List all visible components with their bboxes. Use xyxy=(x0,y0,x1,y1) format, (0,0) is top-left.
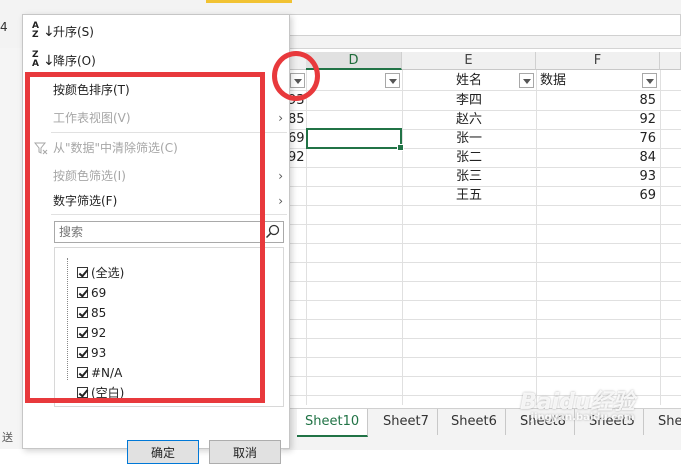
cell[interactable]: 85 xyxy=(288,110,305,130)
sheet-tab[interactable]: Sheet7 xyxy=(375,409,438,435)
search-icon[interactable] xyxy=(265,224,281,240)
grid-line xyxy=(283,224,681,225)
name-box[interactable]: 4 xyxy=(0,20,8,34)
cell-value[interactable]: 92 xyxy=(540,110,656,130)
sort-ascending-icon: A Z ↓ xyxy=(32,21,55,41)
grid-line xyxy=(283,376,681,377)
sort-descending-item[interactable]: Z A ↓ 降序(O) xyxy=(23,48,289,74)
chevron-right-icon: › xyxy=(278,111,283,125)
cell-value[interactable]: 85 xyxy=(540,91,656,111)
grid-line xyxy=(283,338,681,339)
sheet-tab[interactable]: She xyxy=(650,409,681,435)
cell[interactable]: 92 xyxy=(288,148,305,168)
grid-line xyxy=(283,243,681,244)
col-header-f[interactable]: F xyxy=(536,52,660,70)
cell-value[interactable]: 76 xyxy=(540,129,656,149)
cell-name[interactable]: 赵六 xyxy=(456,110,482,130)
cell-value[interactable]: 69 xyxy=(540,186,656,206)
grid-line xyxy=(306,70,307,405)
sort-ascending-label: 升序(S) xyxy=(53,25,94,39)
grid-line xyxy=(283,262,681,263)
grid-line xyxy=(283,300,681,301)
cell-value[interactable]: 84 xyxy=(540,148,656,168)
grid-line xyxy=(283,319,681,320)
col-header-e[interactable]: E xyxy=(402,52,536,70)
sort-descending-icon: Z A ↓ xyxy=(32,50,55,70)
filter-dropdown-button[interactable] xyxy=(642,73,657,88)
cell-value[interactable]: 93 xyxy=(540,167,656,187)
col-header-g[interactable] xyxy=(660,52,681,70)
cell-name[interactable]: 张三 xyxy=(456,167,482,187)
highlight-circle-annotation xyxy=(272,51,320,101)
grid-line xyxy=(660,70,661,405)
sort-descending-label: 降序(O) xyxy=(53,54,96,68)
col-header-d[interactable]: D xyxy=(306,52,402,70)
sheet-tab[interactable]: Sheet10 xyxy=(297,409,369,437)
grid-line xyxy=(283,281,681,282)
chevron-right-icon: › xyxy=(278,194,283,208)
baidu-watermark-logo: Baidu经验 jingyan.baidu.com xyxy=(520,390,635,423)
active-cell-selection[interactable] xyxy=(306,128,404,151)
filter-dropdown-button[interactable] xyxy=(519,73,534,88)
grid-line xyxy=(283,357,681,358)
filter-dropdown-button[interactable] xyxy=(385,73,400,88)
grid-line xyxy=(402,70,403,405)
ok-button[interactable]: 确定 xyxy=(127,440,199,464)
cancel-button[interactable]: 取消 xyxy=(209,440,281,464)
header-cell-data[interactable]: 数据 xyxy=(540,71,566,91)
cell-name[interactable]: 张一 xyxy=(456,129,482,149)
status-text: 送 xyxy=(2,431,13,444)
ribbon-highlight xyxy=(206,0,292,3)
sort-ascending-item[interactable]: A Z ↓ 升序(S) xyxy=(23,19,289,45)
grid-line xyxy=(536,70,537,405)
highlight-box-annotation xyxy=(25,72,265,403)
cell-name[interactable]: 张二 xyxy=(456,148,482,168)
cell-name[interactable]: 李四 xyxy=(456,91,482,111)
sheet-tab[interactable]: Sheet6 xyxy=(443,409,506,435)
header-cell-name[interactable]: 姓名 xyxy=(456,71,482,91)
chevron-right-icon: › xyxy=(278,169,283,183)
cell[interactable]: 69 xyxy=(288,129,305,149)
cell-name[interactable]: 王五 xyxy=(456,186,482,206)
